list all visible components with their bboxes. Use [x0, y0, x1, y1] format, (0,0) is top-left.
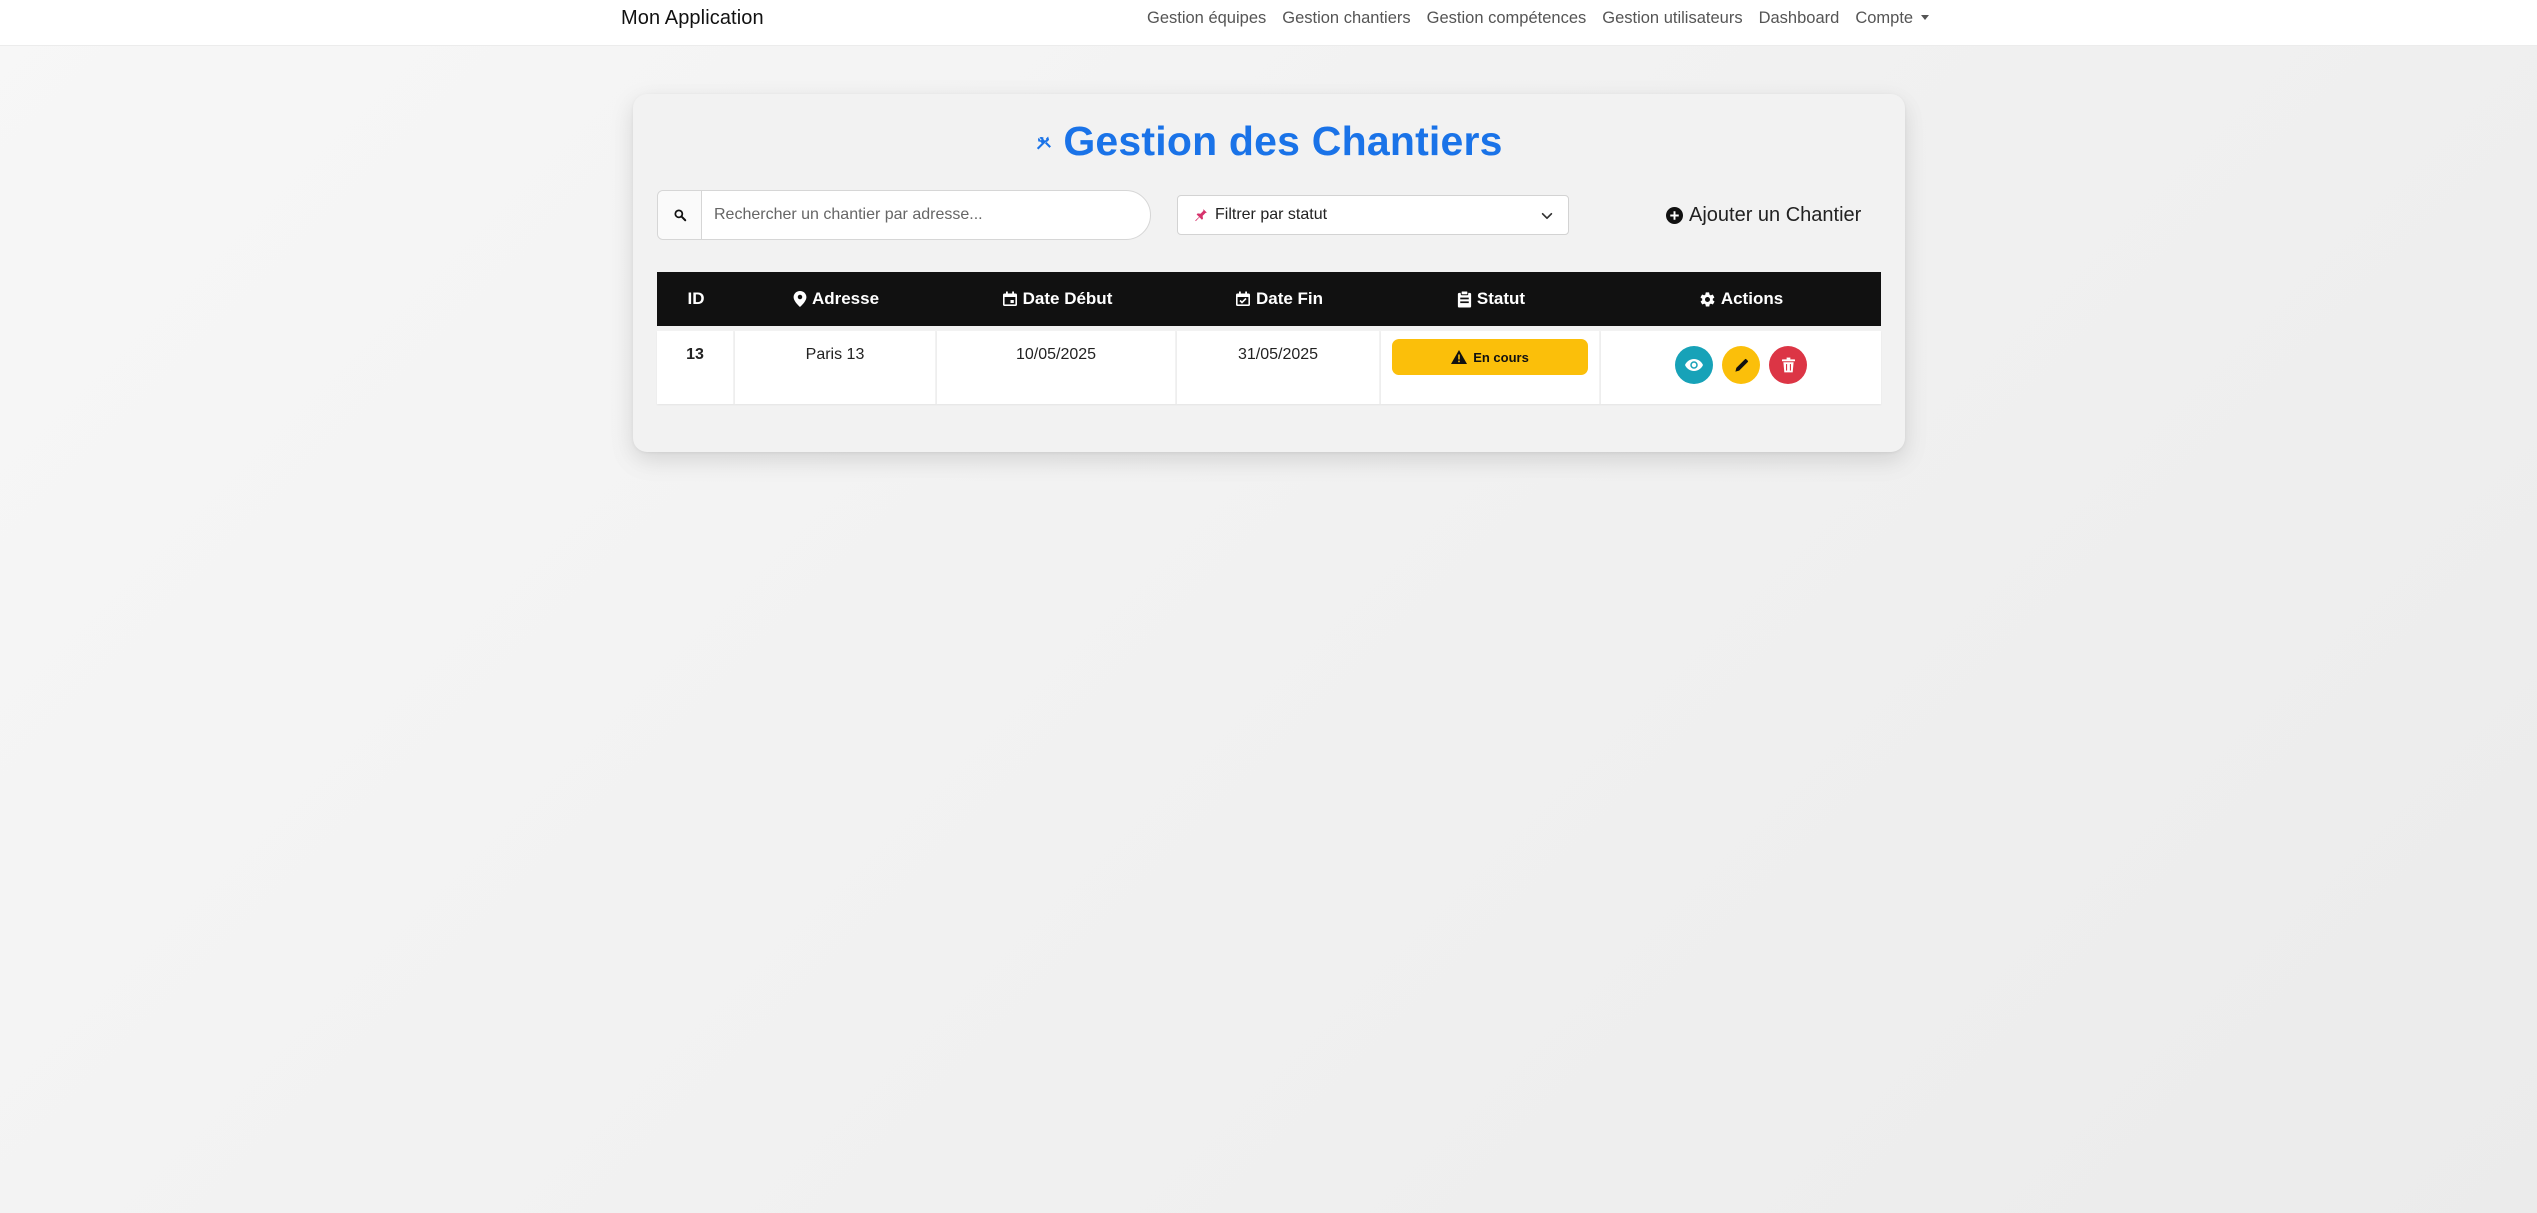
plus-circle-icon	[1666, 206, 1683, 224]
column-header-date-debut[interactable]: Date Début	[937, 272, 1177, 326]
calendar-icon	[1002, 291, 1017, 306]
caret-down-icon	[1921, 15, 1930, 20]
column-header-date-debut-label: Date Début	[1022, 289, 1113, 308]
edit-button[interactable]	[1722, 346, 1760, 384]
column-header-actions-label: Actions	[1720, 289, 1784, 308]
eye-icon	[1685, 359, 1703, 371]
status-badge: En cours	[1392, 339, 1588, 375]
map-pin-icon	[793, 291, 807, 307]
cell-adresse: Paris 13	[735, 331, 937, 404]
cell-date-fin: 31/05/2025	[1177, 331, 1381, 404]
column-header-statut-label: Statut	[1476, 289, 1526, 308]
warning-icon	[1451, 350, 1468, 364]
page-title-text: Gestion des Chantiers	[1063, 118, 1503, 164]
column-header-statut[interactable]: Statut	[1381, 272, 1601, 326]
add-chantier-label: Ajouter un Chantier	[1689, 203, 1862, 226]
search-input[interactable]	[702, 192, 1142, 238]
column-header-date-fin-label: Date Fin	[1255, 289, 1324, 308]
cell-actions	[1601, 331, 1881, 404]
column-header-date-fin[interactable]: Date Fin	[1177, 272, 1381, 326]
cell-date-debut: 10/05/2025	[937, 331, 1177, 404]
cell-statut: En cours	[1381, 331, 1601, 404]
row-actions	[1601, 346, 1881, 384]
column-header-id-label: ID	[687, 289, 705, 308]
clipboard-icon	[1457, 290, 1472, 308]
add-chantier-button[interactable]: Ajouter un Chantier	[1666, 200, 1861, 230]
status-filter-selected: Filtrer par statut	[1215, 206, 1328, 223]
page-title: Gestion des Chantiers	[633, 116, 1905, 165]
table-body: 13 Paris 13 10/05/2025 31/05/2025 En cou…	[657, 331, 1881, 404]
gear-icon	[1700, 291, 1715, 307]
search-icon[interactable]	[658, 191, 702, 239]
nav-links: Gestion équipes Gestion chantiers Gestio…	[1147, 9, 1930, 28]
chantiers-card: Gestion des Chantiers Filtrer par statut…	[633, 94, 1905, 452]
nav-link-gestion-chantiers[interactable]: Gestion chantiers	[1282, 9, 1410, 28]
tools-icon	[1035, 116, 1053, 163]
nav-link-gestion-competences[interactable]: Gestion compétences	[1427, 9, 1587, 28]
top-navbar: Mon Application Gestion équipes Gestion …	[0, 0, 2537, 46]
column-header-actions: Actions	[1601, 272, 1881, 326]
nav-dropdown-compte[interactable]: Compte	[1855, 9, 1930, 28]
chevron-down-icon	[1540, 209, 1554, 228]
cell-id: 13	[657, 331, 735, 404]
trash-icon	[1781, 357, 1795, 373]
view-button[interactable]	[1675, 346, 1713, 384]
nav-link-gestion-utilisateurs[interactable]: Gestion utilisateurs	[1602, 9, 1742, 28]
calendar-check-icon	[1235, 291, 1250, 306]
status-badge-label: En cours	[1473, 349, 1529, 365]
brand-logo[interactable]: Mon Application	[621, 7, 764, 30]
column-header-adresse-label: Adresse	[811, 289, 880, 308]
column-header-id[interactable]: ID	[657, 272, 735, 326]
nav-link-dashboard[interactable]: Dashboard	[1759, 9, 1840, 28]
status-filter-select[interactable]: Filtrer par statut	[1177, 195, 1569, 235]
chantiers-table: ID Adresse Date Début Date Fin Statut Ac…	[657, 272, 1881, 404]
column-header-adresse[interactable]: Adresse	[735, 272, 937, 326]
delete-button[interactable]	[1769, 346, 1807, 384]
table-header: ID Adresse Date Début Date Fin Statut Ac…	[657, 272, 1881, 326]
pencil-icon	[1734, 358, 1748, 372]
nav-dropdown-compte-label: Compte	[1855, 9, 1914, 27]
search-group	[657, 190, 1151, 240]
nav-link-gestion-equipes[interactable]: Gestion équipes	[1147, 9, 1266, 28]
pushpin-icon	[1192, 207, 1209, 224]
